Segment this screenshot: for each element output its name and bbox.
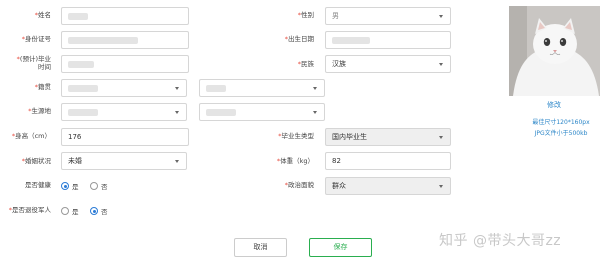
origin-province-select[interactable] xyxy=(61,103,187,121)
weight-input[interactable]: 82 xyxy=(325,152,451,170)
veteran-no-radio[interactable]: 否 xyxy=(90,206,108,216)
ethnicity-label: *民族 xyxy=(297,60,314,68)
native-place-label: *籍贯 xyxy=(34,83,51,91)
radio-dot xyxy=(90,182,98,190)
political-status-select[interactable]: 群众 xyxy=(325,177,451,195)
cat-photo-image xyxy=(509,6,600,96)
radio-dot xyxy=(61,182,69,190)
native-city-select[interactable] xyxy=(199,79,325,97)
gender-label: *性别 xyxy=(297,11,314,19)
name-input[interactable] xyxy=(61,7,189,25)
origin-city-select[interactable] xyxy=(199,103,325,121)
photo-size-hint: 最佳尺寸120*160px xyxy=(532,119,590,126)
name-label: *姓名 xyxy=(34,11,51,19)
radio-dot xyxy=(61,207,69,215)
ethnicity-select[interactable]: 汉族 xyxy=(325,55,451,73)
marital-status-select[interactable]: 未婚 xyxy=(61,152,187,170)
watermark: 知乎 @带头大哥zz xyxy=(439,233,562,249)
weight-label: *体重（kg） xyxy=(276,157,314,165)
graduate-type-select[interactable]: 国内毕业生 xyxy=(325,128,451,146)
graduation-time-input[interactable] xyxy=(61,55,189,73)
healthy-yes-radio[interactable]: 是 xyxy=(61,181,79,191)
height-input[interactable]: 176 xyxy=(61,128,189,146)
healthy-label: 是否健康 xyxy=(25,181,51,189)
gender-select[interactable]: 男 xyxy=(325,7,451,25)
graduation-time-label: *(预计)毕业时间 xyxy=(16,55,51,71)
veteran-yes-radio[interactable]: 是 xyxy=(61,206,79,216)
edit-photo-link[interactable]: 修改 xyxy=(547,100,561,110)
healthy-no-radio[interactable]: 否 xyxy=(90,181,108,191)
birth-date-label: *出生日期 xyxy=(284,35,314,43)
graduate-type-label: *毕业生类型 xyxy=(278,132,314,140)
marital-status-label: *婚姻状况 xyxy=(21,157,51,165)
birth-date-input[interactable] xyxy=(325,31,451,49)
cancel-button[interactable]: 取消 xyxy=(234,238,287,257)
origin-label: *生源地 xyxy=(28,107,51,115)
id-number-input[interactable] xyxy=(61,31,189,49)
profile-photo xyxy=(509,6,600,96)
native-province-select[interactable] xyxy=(61,79,187,97)
height-label: *身高（cm） xyxy=(11,132,51,140)
radio-dot xyxy=(90,207,98,215)
political-status-label: *政治面貌 xyxy=(284,181,314,189)
id-number-label: *身份证号 xyxy=(21,35,51,43)
photo-file-hint: JPG文件小于500kb xyxy=(534,130,588,137)
save-button[interactable]: 保存 xyxy=(309,238,372,257)
veteran-label: *是否退役军人 xyxy=(8,206,51,214)
